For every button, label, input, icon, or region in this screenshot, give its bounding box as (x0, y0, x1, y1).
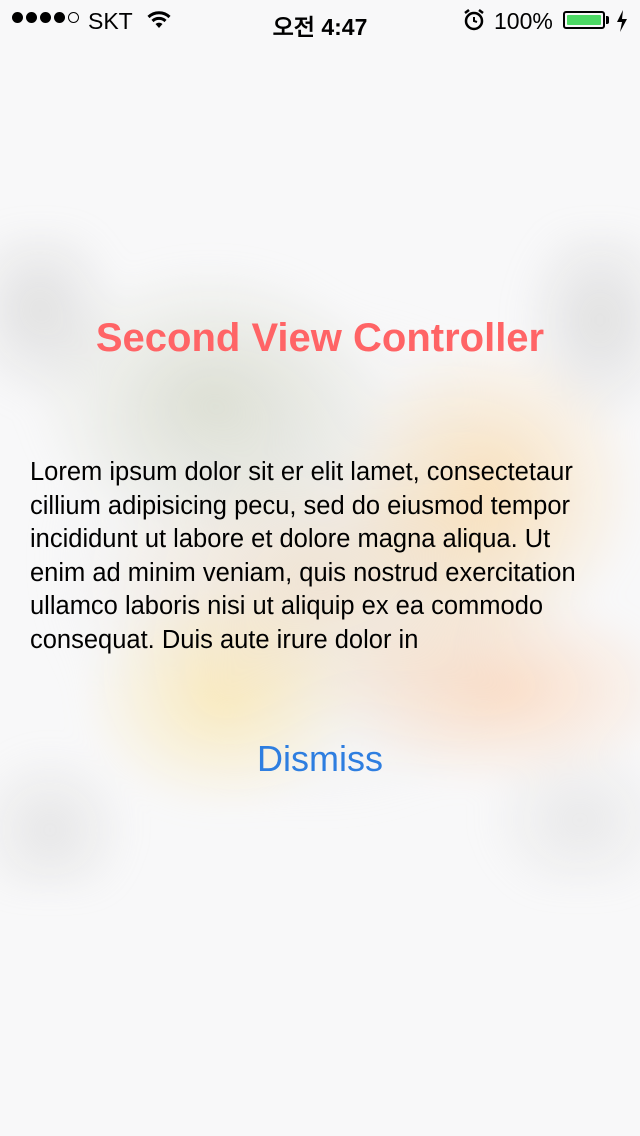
dismiss-button[interactable]: Dismiss (0, 738, 640, 780)
body-text: Lorem ipsum dolor sit er elit lamet, con… (30, 458, 576, 654)
battery-percentage: 100% (494, 8, 553, 34)
alarm-icon (462, 8, 486, 38)
battery-icon (563, 11, 605, 29)
battery-terminal (606, 16, 609, 24)
status-bar: SKT 오전 4:47 100% (0, 0, 640, 40)
charging-bolt-icon (616, 10, 628, 38)
battery-level-fill (567, 15, 601, 25)
page-title: Second View Controller (95, 316, 545, 360)
